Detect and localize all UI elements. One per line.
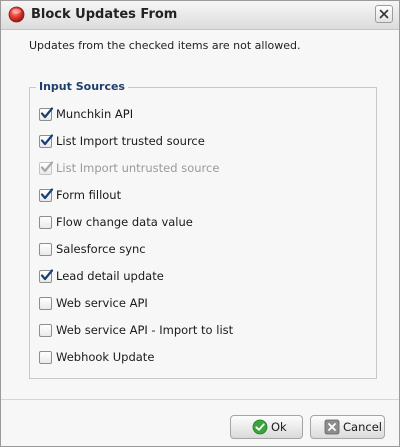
checkbox-label: Web service API - Import to list bbox=[56, 323, 234, 337]
intro-text: Updates from the checked items are not a… bbox=[29, 39, 301, 52]
checkmark-icon bbox=[40, 188, 54, 200]
green-check-circle-icon bbox=[252, 419, 268, 435]
checkbox[interactable] bbox=[39, 107, 54, 121]
checkmark-icon bbox=[40, 161, 54, 173]
checkbox[interactable] bbox=[39, 324, 52, 337]
checkbox-item[interactable]: Lead detail update bbox=[39, 269, 233, 296]
checkbox-item[interactable]: Flow change data value bbox=[39, 215, 233, 242]
red-circle-icon bbox=[8, 6, 25, 23]
checkbox bbox=[39, 161, 54, 175]
checkbox-item[interactable]: Webhook Update bbox=[39, 350, 233, 377]
close-button[interactable] bbox=[375, 5, 393, 23]
checkbox-item[interactable]: Web service API - Import to list bbox=[39, 323, 233, 350]
gray-x-box-icon bbox=[324, 419, 340, 435]
checkbox-label: Lead detail update bbox=[56, 269, 164, 283]
checkbox-item[interactable]: List Import untrusted source bbox=[39, 161, 233, 188]
cancel-button[interactable]: Cancel bbox=[310, 415, 385, 439]
ok-button[interactable]: Ok bbox=[230, 415, 303, 439]
checkbox[interactable] bbox=[39, 351, 52, 364]
checkmark-icon bbox=[40, 269, 54, 281]
checkmark-icon bbox=[40, 134, 54, 146]
checkbox-label: List Import trusted source bbox=[56, 134, 205, 148]
checkbox[interactable] bbox=[39, 297, 52, 310]
checkbox[interactable] bbox=[39, 269, 54, 283]
input-sources-group: Input Sources Munchkin API List Import tr… bbox=[29, 80, 377, 379]
checkbox-item[interactable]: Munchkin API bbox=[39, 107, 233, 134]
ok-label: Ok bbox=[271, 420, 287, 434]
checkmark-icon bbox=[40, 107, 54, 119]
checkbox-label: Flow change data value bbox=[56, 215, 193, 229]
checkbox[interactable] bbox=[39, 188, 54, 202]
checkbox-label: List Import untrusted source bbox=[56, 161, 220, 175]
checkbox-label: Web service API bbox=[56, 296, 148, 310]
checkbox-label: Munchkin API bbox=[56, 107, 134, 121]
checkbox-label: Salesforce sync bbox=[56, 242, 146, 256]
block-updates-dialog: Block Updates From Updates from the chec… bbox=[0, 0, 400, 447]
group-legend: Input Sources bbox=[36, 80, 128, 94]
checkbox-list: Munchkin API List Import trusted source Li… bbox=[39, 107, 233, 377]
checkbox-item[interactable]: List Import trusted source bbox=[39, 134, 233, 161]
cancel-label: Cancel bbox=[343, 420, 382, 434]
checkbox[interactable] bbox=[39, 134, 54, 148]
checkbox-label: Form fillout bbox=[56, 188, 122, 202]
checkbox-item[interactable]: Web service API bbox=[39, 296, 233, 323]
checkbox-item[interactable]: Form fillout bbox=[39, 188, 233, 215]
close-icon bbox=[379, 9, 389, 19]
checkbox-label: Webhook Update bbox=[56, 350, 155, 364]
checkbox-item[interactable]: Salesforce sync bbox=[39, 242, 233, 269]
dialog-titlebar[interactable]: Block Updates From bbox=[1, 1, 399, 30]
checkbox[interactable] bbox=[39, 243, 52, 256]
dialog-title: Block Updates From bbox=[31, 7, 178, 22]
footer-divider bbox=[1, 399, 399, 400]
checkbox[interactable] bbox=[39, 216, 52, 229]
